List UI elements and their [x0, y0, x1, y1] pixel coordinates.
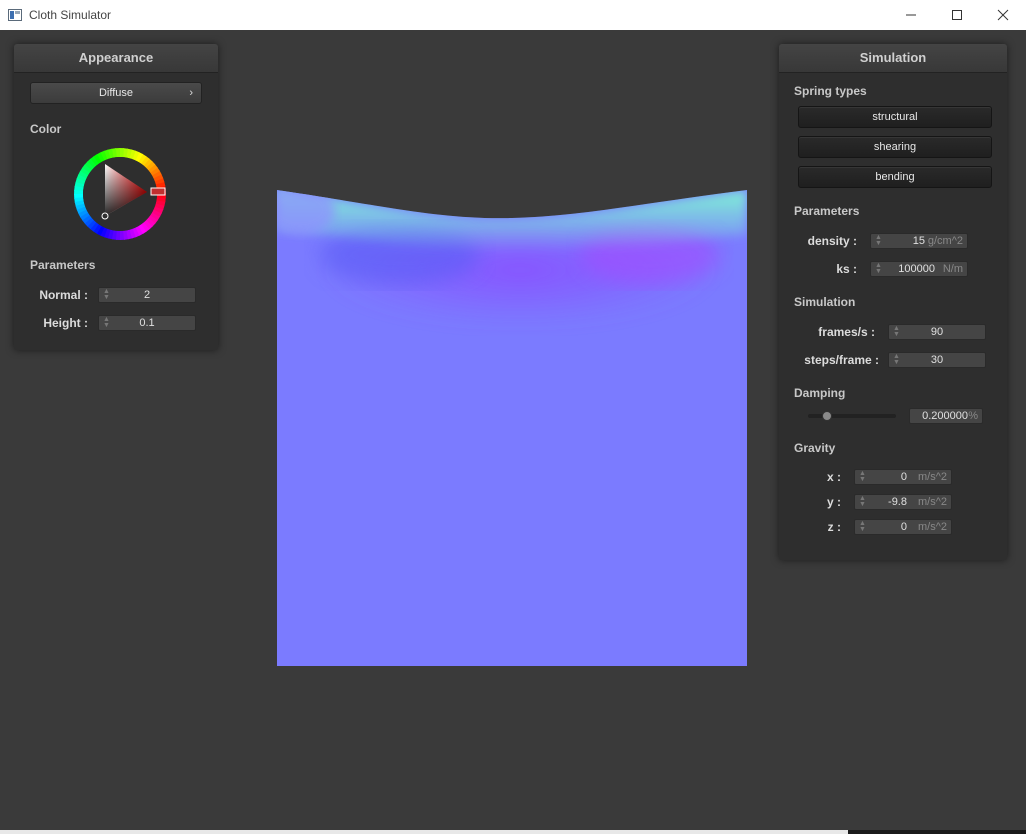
spinner-icon: ▲ ▼	[859, 495, 866, 508]
window-controls	[888, 0, 1026, 30]
maximize-button[interactable]	[934, 0, 980, 30]
simulation-parameters-label: Parameters	[794, 204, 860, 218]
minimize-icon	[906, 14, 916, 16]
gravity-x-label: x :	[826, 470, 841, 484]
spinner-icon: ▲ ▼	[859, 520, 866, 533]
shader-select[interactable]: Diffuse ›	[30, 82, 202, 104]
gravity-x-value: 0	[900, 471, 907, 483]
chevron-right-icon: ›	[189, 87, 193, 99]
spinner-icon: ▲ ▼	[875, 234, 882, 247]
gravity-y-input[interactable]: ▲ ▼ -9.8 m/s^2	[854, 494, 952, 510]
spinner-icon: ▲ ▼	[875, 262, 882, 275]
spring-types-label: Spring types	[794, 84, 867, 98]
spring-bending-button[interactable]: bending	[798, 166, 992, 188]
maximize-icon	[952, 10, 962, 20]
gravity-z-input[interactable]: ▲ ▼ 0 m/s^2	[854, 519, 952, 535]
color-wheel[interactable]	[70, 144, 170, 244]
normal-input[interactable]: ▲ ▼ 2	[98, 287, 196, 303]
density-value: 15	[912, 235, 925, 247]
height-label: Height :	[43, 316, 88, 330]
spring-structural-button[interactable]: structural	[798, 106, 992, 128]
ks-input[interactable]: ▲ ▼ 100000 N/m	[870, 261, 968, 277]
ks-unit: N/m	[942, 263, 963, 275]
density-unit: g/cm^2	[927, 235, 963, 247]
simulation-panel: Simulation Spring types structural shear…	[779, 44, 1007, 560]
ks-label: ks :	[836, 262, 857, 276]
simulation-section-label: Simulation	[794, 295, 856, 309]
title-bar: Cloth Simulator	[0, 0, 1026, 30]
status-strip-dark	[848, 830, 1026, 834]
frames-per-second-value: 90	[930, 326, 944, 338]
minimize-button[interactable]	[888, 0, 934, 30]
window-title: Cloth Simulator	[29, 8, 112, 22]
steps-per-frame-value: 30	[930, 354, 944, 366]
normal-value: 2	[143, 289, 151, 301]
shader-select-value: Diffuse	[98, 87, 134, 99]
appearance-panel: Appearance Diffuse › Color Parameters No…	[14, 44, 218, 350]
gravity-z-value: 0	[900, 521, 907, 533]
gravity-y-value: -9.8	[888, 496, 907, 508]
height-input[interactable]: ▲ ▼ 0.1	[98, 315, 196, 331]
density-label: density :	[807, 234, 857, 248]
gravity-y-label: y :	[826, 495, 841, 509]
gravity-z-label: z :	[827, 520, 841, 534]
gravity-x-unit: m/s^2	[918, 471, 947, 483]
steps-per-frame-input[interactable]: ▲ ▼ 30	[888, 352, 986, 368]
gravity-x-input[interactable]: ▲ ▼ 0 m/s^2	[854, 469, 952, 485]
gravity-label: Gravity	[794, 441, 836, 455]
frames-per-second-input[interactable]: ▲ ▼ 90	[888, 324, 986, 340]
damping-unit: %	[968, 410, 978, 422]
color-label: Color	[30, 122, 62, 136]
steps-per-frame-label: steps/frame :	[804, 353, 879, 367]
app-icon	[8, 9, 22, 21]
spinner-icon: ▲ ▼	[859, 470, 866, 483]
ks-value: 100000	[898, 263, 935, 275]
close-icon	[997, 9, 1009, 21]
simulation-panel-title: Simulation	[779, 44, 1007, 73]
damping-slider-handle[interactable]	[821, 411, 832, 421]
hue-marker[interactable]	[150, 187, 166, 196]
status-strip	[0, 830, 848, 834]
close-button[interactable]	[980, 0, 1026, 30]
damping-value: 0.200000	[922, 410, 968, 422]
frames-per-second-label: frames/s :	[818, 325, 875, 339]
damping-label: Damping	[794, 386, 846, 400]
normal-label: Normal :	[39, 288, 88, 302]
height-value: 0.1	[139, 317, 155, 329]
appearance-panel-title: Appearance	[14, 44, 218, 73]
density-input[interactable]: ▲ ▼ 15 g/cm^2	[870, 233, 968, 249]
spring-shearing-button[interactable]: shearing	[798, 136, 992, 158]
damping-input[interactable]: 0.200000 %	[909, 408, 983, 424]
gravity-z-unit: m/s^2	[918, 521, 947, 533]
appearance-parameters-label: Parameters	[30, 258, 96, 272]
gravity-y-unit: m/s^2	[918, 496, 947, 508]
